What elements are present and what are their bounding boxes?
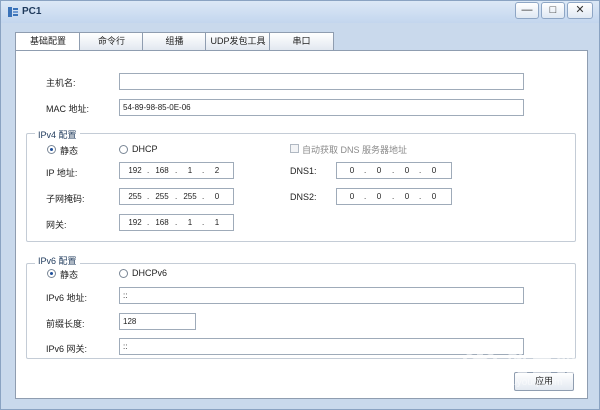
gateway-octet: 192 xyxy=(128,218,142,227)
close-button[interactable]: ✕ xyxy=(567,2,593,19)
mask-octet: 255 xyxy=(155,192,169,201)
dns2-octet: 0 xyxy=(376,192,382,201)
tab-label: UDP发包工具 xyxy=(210,36,266,46)
hostname-label: 主机名: xyxy=(46,78,76,88)
prefix-length-input[interactable]: 128 xyxy=(119,313,196,330)
ipv4-dhcp-radio[interactable] xyxy=(119,145,128,154)
tab-label: 串口 xyxy=(292,36,311,46)
prefix-length-label: 前缀长度: xyxy=(46,319,85,329)
ipv4-group-title: IPv4 配置 xyxy=(35,128,80,141)
octet-dot: . xyxy=(202,218,205,227)
tab-command-line[interactable]: 命令行 xyxy=(79,32,144,51)
dns2-octet: 0 xyxy=(431,192,437,201)
ipv4-group xyxy=(26,133,576,242)
router-logo-icon xyxy=(459,349,501,391)
subnet-mask-input[interactable]: 255 . 255 . 255 . 0 xyxy=(119,188,234,205)
minimize-icon: — xyxy=(521,4,533,16)
octet-dot: . xyxy=(175,192,178,201)
gateway-label: 网关: xyxy=(46,220,67,230)
watermark: 路由器 luyouqi.com xyxy=(459,345,591,395)
octet-dot: . xyxy=(419,166,422,175)
dns2-octet: 0 xyxy=(404,192,410,201)
dns1-octet: 0 xyxy=(404,166,410,175)
ip-address-label: IP 地址: xyxy=(46,168,78,178)
octet-dot: . xyxy=(202,192,205,201)
ip-octet: 1 xyxy=(187,166,193,175)
mask-octet: 255 xyxy=(183,192,197,201)
mac-label: MAC 地址: xyxy=(46,104,90,114)
watermark-url: luyouqi.com xyxy=(509,377,563,388)
maximize-icon: □ xyxy=(549,4,557,16)
mask-octet: 0 xyxy=(214,192,220,201)
gateway-octet: 168 xyxy=(155,218,169,227)
auto-dns-checkbox[interactable] xyxy=(290,144,299,153)
octet-dot: . xyxy=(202,166,205,175)
maximize-button[interactable]: □ xyxy=(541,2,565,19)
tab-serial-port[interactable]: 串口 xyxy=(269,32,334,51)
tab-udp-tool[interactable]: UDP发包工具 xyxy=(205,32,271,51)
octet-dot: . xyxy=(392,192,395,201)
app-icon xyxy=(8,7,18,17)
auto-dns-label: 自动获取 DNS 服务器地址 xyxy=(302,145,408,155)
close-icon: ✕ xyxy=(575,4,585,16)
mac-address-field[interactable]: 54-89-98-85-0E-06 xyxy=(119,99,524,116)
dns1-octet: 0 xyxy=(376,166,382,175)
watermark-title: 路由器 xyxy=(507,352,580,377)
ipv6-dhcpv6-radio[interactable] xyxy=(119,269,128,278)
gateway-octet: 1 xyxy=(187,218,193,227)
ipv6-static-radio[interactable] xyxy=(47,269,56,278)
octet-dot: . xyxy=(419,192,422,201)
tab-basic-config[interactable]: 基础配置 xyxy=(15,32,81,52)
pc1-window: PC1 — □ ✕ 基础配置 命令行 组播 UDP发包工具 串口 主机名: MA… xyxy=(0,0,600,410)
ip-octet: 192 xyxy=(128,166,142,175)
octet-dot: . xyxy=(147,192,150,201)
ip-octet: 2 xyxy=(214,166,220,175)
octet-dot: . xyxy=(392,166,395,175)
dns1-octet: 0 xyxy=(431,166,437,175)
octet-dot: . xyxy=(364,166,367,175)
tab-label: 组播 xyxy=(165,36,184,46)
ipv6-group-title: IPv6 配置 xyxy=(35,254,80,267)
ipv4-dhcp-label: DHCP xyxy=(132,144,158,154)
octet-dot: . xyxy=(147,166,150,175)
dns1-octet: 0 xyxy=(349,166,355,175)
ip-octet: 168 xyxy=(155,166,169,175)
ipv6-dhcpv6-label: DHCPv6 xyxy=(132,268,168,278)
gateway-input[interactable]: 192 . 168 . 1 . 1 xyxy=(119,214,234,231)
octet-dot: . xyxy=(147,218,150,227)
dns1-label: DNS1: xyxy=(290,166,317,176)
octet-dot: . xyxy=(175,218,178,227)
ipv6-gateway-label: IPv6 网关: xyxy=(46,344,88,354)
ipv4-static-label: 静态 xyxy=(60,146,79,156)
octet-dot: . xyxy=(364,192,367,201)
window-title: PC1 xyxy=(22,6,42,17)
tab-multicast[interactable]: 组播 xyxy=(142,32,207,51)
subnet-mask-label: 子网掩码: xyxy=(46,194,85,204)
dns2-input[interactable]: 0 . 0 . 0 . 0 xyxy=(336,188,452,205)
octet-dot: . xyxy=(175,166,178,175)
gateway-octet: 1 xyxy=(214,218,220,227)
dns2-octet: 0 xyxy=(349,192,355,201)
tab-label: 基础配置 xyxy=(29,36,66,46)
ipv6-address-input[interactable]: :: xyxy=(119,287,524,304)
mask-octet: 255 xyxy=(128,192,142,201)
hostname-input[interactable] xyxy=(119,73,524,90)
dns1-input[interactable]: 0 . 0 . 0 . 0 xyxy=(336,162,452,179)
ipv4-static-radio[interactable] xyxy=(47,145,56,154)
ipv6-static-label: 静态 xyxy=(60,270,79,280)
ip-address-input[interactable]: 192 . 168 . 1 . 2 xyxy=(119,162,234,179)
dns2-label: DNS2: xyxy=(290,192,317,202)
minimize-button[interactable]: — xyxy=(515,2,539,19)
tab-label: 命令行 xyxy=(97,36,125,46)
title-bar[interactable]: PC1 — □ ✕ xyxy=(1,1,599,23)
ipv6-address-label: IPv6 地址: xyxy=(46,293,88,303)
